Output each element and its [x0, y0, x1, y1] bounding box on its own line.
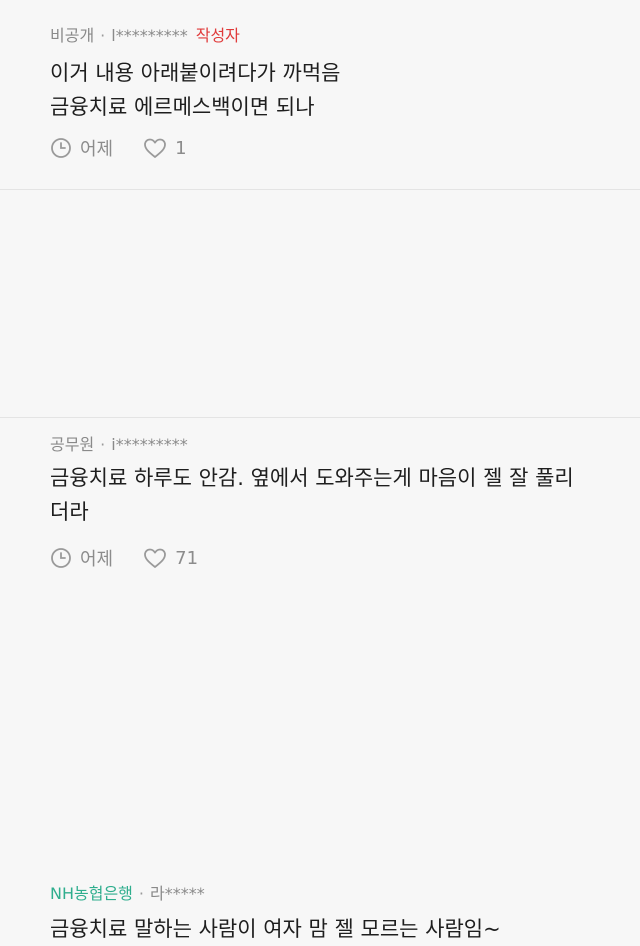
comment-body: 금융치료 말하는 사람이 여자 맘 젤 모르는 사람임~ [50, 917, 501, 941]
like-button[interactable]: 1 [143, 137, 187, 159]
timestamp: 어제 [50, 135, 113, 161]
comment-user-id: 라***** [149, 884, 205, 903]
like-button[interactable]: 71 [143, 547, 198, 569]
timestamp: 어제 [50, 545, 113, 571]
meta-separator: · [100, 26, 106, 45]
comment-item: NH농협은행 · 라***** 금융치료 말하는 사람이 여자 맘 젤 모르는 사람… [0, 418, 640, 941]
comment-meta: NH농협은행 · 라***** [50, 880, 205, 904]
timestamp-label: 어제 [80, 549, 114, 570]
timestamp-label: 어제 [80, 139, 114, 160]
clock-icon [50, 137, 72, 159]
like-count: 71 [175, 547, 199, 569]
clock-icon [50, 547, 72, 569]
heart-icon[interactable] [143, 547, 167, 569]
comment-nickname[interactable]: NH농협은행 [50, 884, 133, 903]
author-badge: 작성자 [195, 26, 240, 45]
comment-meta: 비공개 · l********* 작성자 [50, 22, 240, 46]
meta-separator: · [138, 884, 144, 903]
comment-actions: 어제 1 [50, 135, 187, 161]
comment-item: 비공개 · l********* 작성자 이거 내용 아래붙이려다가 까먹음 금융치료… [0, 0, 640, 190]
comment-item: 공무원 · i********* 금융치료 하루도 안감. 옆에서 도와주는게 마음… [0, 190, 640, 570]
comment-actions: 어제 71 [50, 545, 198, 571]
heart-icon[interactable] [143, 137, 167, 159]
comment-body: 이거 내용 아래붙이려다가 까먹음 금융치료 에르메스백이면 되나 [50, 61, 341, 119]
comment-nickname[interactable]: 비공개 [50, 26, 94, 45]
like-count: 1 [175, 137, 187, 159]
comment-user-id: l********* [111, 26, 188, 45]
